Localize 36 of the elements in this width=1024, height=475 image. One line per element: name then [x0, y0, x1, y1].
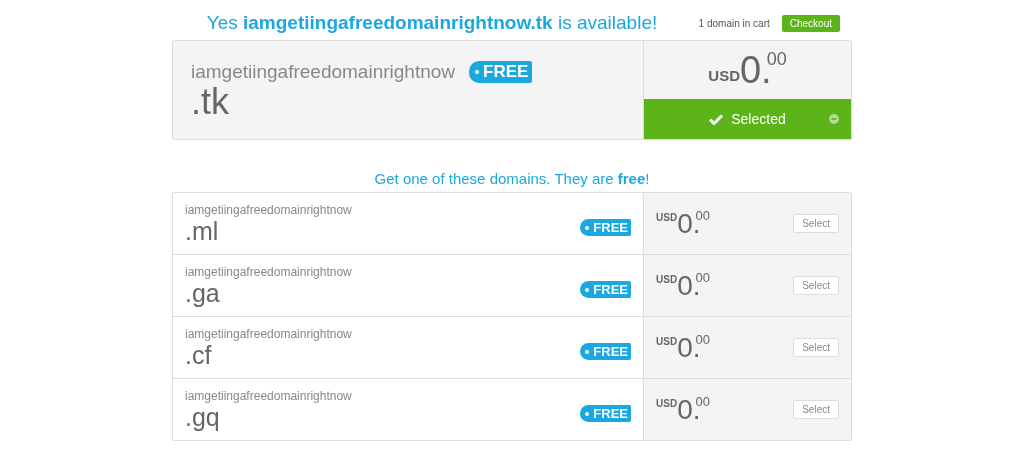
price-cents: 00	[695, 393, 710, 409]
free-badge: FREE	[580, 343, 631, 360]
currency-label: USD	[656, 211, 678, 223]
domain-name: iamgetiingafreedomainrightnow	[185, 389, 352, 403]
price-cents: 00	[695, 207, 710, 223]
domain-extension: .tk	[191, 83, 229, 121]
domain-extension: .gq	[185, 403, 221, 431]
currency-label: USD	[656, 273, 678, 285]
price-cents: 00	[695, 269, 710, 285]
checkout-button[interactable]: Checkout	[781, 14, 840, 32]
currency-label: USD	[656, 397, 678, 409]
domain-name: iamgetiingafreedomainrightnow	[185, 265, 352, 279]
cart-count: 1 domain in cart	[698, 17, 770, 29]
price-cents: 00	[766, 48, 787, 69]
suggestions-heading: Get one of these domains. They are free!	[373, 170, 651, 187]
domain-extension: .ml	[185, 217, 220, 245]
free-badge: FREE	[580, 219, 631, 236]
select-button[interactable]: Select	[793, 338, 839, 357]
domain-extension: .ga	[185, 279, 221, 307]
domain-extension: .cf	[185, 341, 213, 369]
free-badge: FREE	[580, 281, 631, 298]
availability-headline: Yes iamgetiingafreedomainrightnow.tk is available!	[205, 12, 659, 34]
free-badge: FREE	[469, 61, 533, 83]
select-button[interactable]: Select	[793, 276, 839, 295]
free-badge: FREE	[580, 405, 631, 422]
price-cents: 00	[695, 331, 710, 347]
domain-name: iamgetiingafreedomainrightnow	[191, 61, 456, 83]
check-icon	[709, 113, 724, 125]
domain-name: iamgetiingafreedomainrightnow	[185, 327, 352, 341]
select-button[interactable]: Selected	[644, 99, 851, 139]
select-button[interactable]: Select	[793, 400, 839, 419]
domain-name: iamgetiingafreedomainrightnow	[185, 203, 352, 217]
select-button[interactable]: Select	[793, 214, 839, 233]
currency-label: USD	[656, 335, 678, 347]
remove-icon[interactable]	[829, 114, 839, 124]
currency-label: USD	[708, 66, 740, 84]
